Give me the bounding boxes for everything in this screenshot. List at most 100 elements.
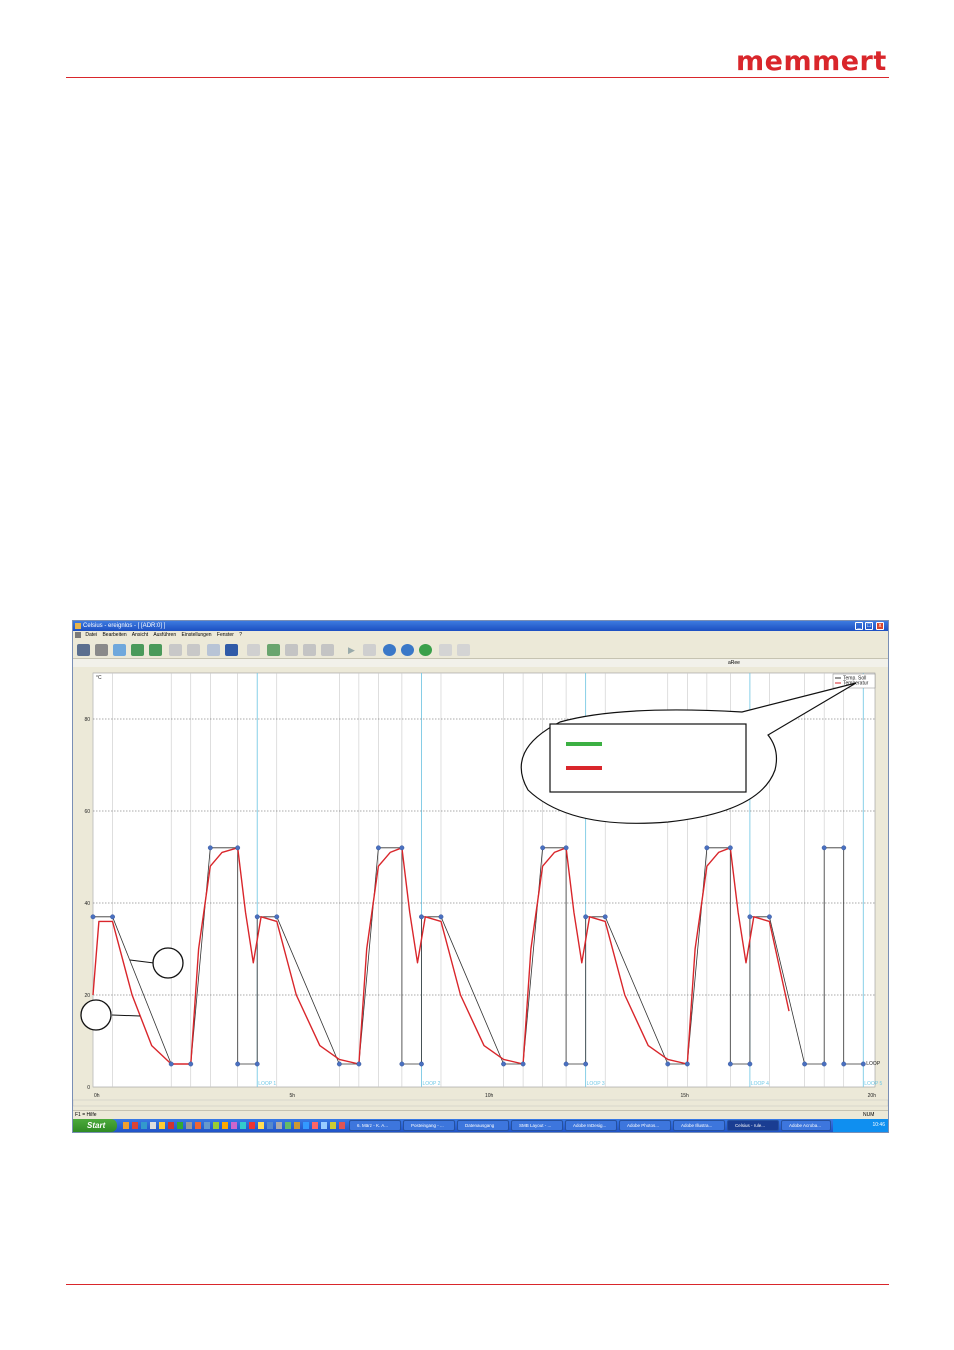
menu-fenster[interactable]: Fenster [217, 632, 234, 638]
quicklaunch-icon[interactable] [312, 1122, 318, 1129]
x-tick-label: 15h [681, 1093, 690, 1099]
setpoint-marker [336, 1061, 342, 1067]
setpoint-marker [438, 914, 444, 920]
quicklaunch-icon[interactable] [123, 1122, 129, 1129]
setpoint-marker [727, 1061, 733, 1067]
quicklaunch-icon[interactable] [177, 1122, 183, 1129]
setpoint-marker [235, 845, 241, 851]
print-icon[interactable] [95, 644, 108, 656]
taskbar-item[interactable]: Adobe Acroba... [781, 1120, 831, 1131]
quicklaunch-icon[interactable] [150, 1122, 156, 1129]
app-icon [75, 623, 81, 629]
plot-header-label: aRee [728, 660, 740, 666]
setpoint-marker [841, 1061, 847, 1067]
taskbar-item[interactable]: SMB Layout - ... [511, 1120, 563, 1131]
setpoint-marker [540, 845, 546, 851]
quicklaunch-icon[interactable] [321, 1122, 327, 1129]
menu-einstellungen[interactable]: Einstellungen [182, 632, 212, 638]
plot-header: aRee [73, 659, 888, 667]
setpoint-marker [207, 845, 213, 851]
pen-icon[interactable] [247, 644, 260, 656]
taskbar-item[interactable]: 6. März - K. A... [349, 1120, 401, 1131]
new-page-icon[interactable] [113, 644, 126, 656]
quicklaunch-icon[interactable] [132, 1122, 138, 1129]
chart-down-icon[interactable] [149, 644, 162, 656]
setpoint-marker [802, 1061, 808, 1067]
loop-label: LOOP 3 [587, 1081, 605, 1087]
quicklaunch-icon[interactable] [195, 1122, 201, 1129]
zoom-in-icon[interactable] [383, 644, 396, 656]
setpoint-marker [501, 1061, 506, 1067]
zoom-fit-icon[interactable] [419, 644, 432, 656]
setpoint-marker [419, 1061, 424, 1067]
taskbar-item[interactable]: Adobe Illustra... [673, 1120, 725, 1131]
quicklaunch-icon[interactable] [141, 1122, 147, 1129]
quicklaunch-icon[interactable] [186, 1122, 192, 1129]
start-button[interactable]: Start [73, 1119, 117, 1132]
chart-up-icon[interactable] [131, 644, 144, 656]
maximize-icon[interactable]: □ [865, 622, 873, 630]
taskbar-item-active[interactable]: Celsius - rule... [727, 1120, 779, 1131]
minimize-icon[interactable]: _ [855, 622, 863, 630]
quicklaunch-icon[interactable] [294, 1122, 300, 1129]
quicklaunch-icon[interactable] [330, 1122, 336, 1129]
chart-edit-icon[interactable] [267, 644, 280, 656]
grid-dim-icon[interactable] [207, 644, 220, 656]
quicklaunch-icon[interactable] [213, 1122, 219, 1129]
setpoint-marker [563, 845, 569, 851]
setpoint-marker [841, 845, 847, 851]
quicklaunch-icon[interactable] [267, 1122, 273, 1129]
expand-h-icon[interactable] [439, 644, 452, 656]
setpoint-marker [821, 845, 827, 851]
loop-label: LOOP 4 [751, 1081, 769, 1087]
open-icon[interactable] [77, 644, 90, 656]
quicklaunch-icon[interactable] [204, 1122, 210, 1129]
setpoint-marker [419, 914, 424, 920]
quicklaunch-icon[interactable] [240, 1122, 246, 1129]
quicklaunch-icon[interactable] [159, 1122, 165, 1129]
grid-icon[interactable] [225, 644, 238, 656]
list-icon[interactable] [303, 644, 316, 656]
x-tick-label: 0h [94, 1093, 100, 1099]
clock: 10:46 [872, 1122, 885, 1128]
x-tick-label: 5h [290, 1093, 296, 1099]
zoom-out-icon[interactable] [401, 644, 414, 656]
play-icon[interactable]: ▶ [345, 644, 358, 656]
redo2-icon[interactable] [285, 644, 298, 656]
quicklaunch-icon[interactable] [222, 1122, 228, 1129]
quicklaunch-icon[interactable] [231, 1122, 237, 1129]
quicklaunch-icon[interactable] [339, 1122, 345, 1129]
setpoint-marker [168, 1061, 174, 1067]
y-axis-label: °C [96, 675, 102, 681]
menu-bar: Datei Bearbeiten Ansicht Ausführen Einst… [73, 631, 888, 640]
menu-ansicht[interactable]: Ansicht [132, 632, 148, 638]
setpoint-marker [747, 1061, 753, 1067]
menu-ausfuehren[interactable]: Ausführen [153, 632, 176, 638]
stop-icon[interactable] [363, 644, 376, 656]
horizontal-scrollbar [73, 1099, 888, 1107]
table-icon[interactable] [321, 644, 334, 656]
setpoint-marker [235, 1061, 241, 1067]
quicklaunch-icon[interactable] [249, 1122, 255, 1129]
quicklaunch-icon[interactable] [303, 1122, 309, 1129]
quicklaunch-icon[interactable] [276, 1122, 282, 1129]
y-tick-label: 40 [84, 901, 90, 907]
taskbar-item[interactable]: Adobe InDesig... [565, 1120, 617, 1131]
taskbar-item[interactable]: Posteingang - ... [403, 1120, 455, 1131]
close-icon[interactable]: x [876, 622, 884, 630]
menu-bearbeiten[interactable]: Bearbeiten [102, 632, 126, 638]
menu-datei[interactable]: Datei [85, 632, 97, 638]
expand-v-icon[interactable] [457, 644, 470, 656]
setpoint-marker [727, 845, 733, 851]
quicklaunch-icon[interactable] [285, 1122, 291, 1129]
redo-icon[interactable] [187, 644, 200, 656]
quicklaunch-icon[interactable] [168, 1122, 174, 1129]
loop-label: LOOP 5 [864, 1081, 882, 1087]
taskbar-item[interactable]: Adobe Photos... [619, 1120, 671, 1131]
undo-icon[interactable] [169, 644, 182, 656]
taskbar-item[interactable]: Datenausgang [457, 1120, 509, 1131]
menu-help[interactable]: ? [239, 632, 242, 638]
quicklaunch-icon[interactable] [258, 1122, 264, 1129]
setpoint-marker [90, 914, 96, 920]
windows-taskbar: Start 6. März - K. A... Posteingang - ..… [73, 1119, 888, 1132]
